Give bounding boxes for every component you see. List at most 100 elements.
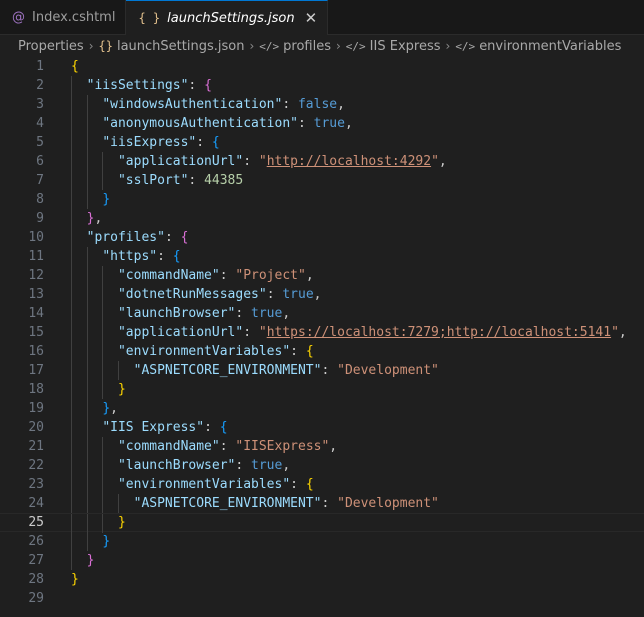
- line-number: 19: [28, 401, 44, 416]
- code-line[interactable]: 6 "applicationUrl": "http://localhost:42…: [0, 152, 644, 171]
- code-line[interactable]: 28}: [0, 570, 644, 589]
- breadcrumb-item-properties[interactable]: Properties: [18, 39, 84, 54]
- line-number: 27: [28, 553, 44, 568]
- code-token: {: [71, 59, 79, 74]
- code-line[interactable]: 15 "applicationUrl": "https://localhost:…: [0, 323, 644, 342]
- code-line[interactable]: 1{: [0, 57, 644, 76]
- line-number: 24: [28, 496, 44, 511]
- breadcrumb-item-profiles[interactable]: </> profiles: [259, 39, 331, 54]
- code-token: ": [258, 325, 267, 340]
- code-token: }: [117, 515, 126, 530]
- breadcrumb-item-file[interactable]: {} launchSettings.json: [99, 39, 245, 54]
- code-text: "applicationUrl": "http://localhost:4292…: [71, 152, 447, 171]
- line-number: 17: [28, 363, 44, 378]
- code-token: "launchBrowser": [117, 306, 236, 321]
- code-token: :: [188, 173, 205, 188]
- code-text: "launchBrowser": true,: [71, 456, 290, 475]
- code-line[interactable]: 10 "profiles": {: [0, 228, 644, 247]
- line-number: 8: [36, 192, 44, 207]
- code-line[interactable]: 25 }: [0, 513, 644, 533]
- code-line[interactable]: 9 },: [0, 209, 644, 228]
- code-line[interactable]: 19 },: [0, 399, 644, 418]
- code-token: ,: [94, 211, 103, 226]
- chevron-right-icon: ›: [88, 39, 94, 53]
- code-line[interactable]: 18 }: [0, 380, 644, 399]
- code-token: "Development": [337, 496, 439, 511]
- code-text: "IIS Express": {: [71, 418, 227, 437]
- code-line[interactable]: 13 "dotnetRunMessages": true,: [0, 285, 644, 304]
- code-token: ,: [438, 154, 447, 169]
- code-token: :: [196, 135, 212, 150]
- code-line[interactable]: 29: [0, 589, 644, 608]
- code-token: }: [102, 534, 111, 549]
- code-line[interactable]: 5 "iisExpress": {: [0, 133, 644, 152]
- line-number: 3: [36, 97, 44, 112]
- code-line[interactable]: 2 "iisSettings": {: [0, 76, 644, 95]
- code-token: :: [164, 230, 181, 245]
- line-number: 7: [36, 173, 44, 188]
- json-file-icon: { }: [138, 11, 161, 25]
- code-token: :: [290, 344, 306, 359]
- tab-launchsettings-json[interactable]: { } launchSettings.json ✕: [126, 0, 329, 35]
- tab-index-cshtml[interactable]: @ Index.cshtml: [0, 0, 127, 34]
- code-token: {: [211, 135, 220, 150]
- code-editor[interactable]: 1{2 "iisSettings": {3 "windowsAuthentica…: [0, 57, 644, 608]
- code-line[interactable]: 8 }: [0, 190, 644, 209]
- code-line[interactable]: 26 }: [0, 532, 644, 551]
- code-token: "applicationUrl": [117, 154, 244, 169]
- code-line[interactable]: 4 "anonymousAuthentication": true,: [0, 114, 644, 133]
- code-line[interactable]: 23 "environmentVariables": {: [0, 475, 644, 494]
- line-number: 18: [28, 382, 44, 397]
- code-text: "commandName": "Project",: [71, 266, 314, 285]
- code-token[interactable]: https://localhost:7279;http://localhost:…: [267, 325, 611, 340]
- code-line[interactable]: 3 "windowsAuthentication": false,: [0, 95, 644, 114]
- object-symbol-icon: </>: [455, 39, 476, 53]
- code-line[interactable]: 24 "ASPNETCORE_ENVIRONMENT": "Developmen…: [0, 494, 644, 513]
- code-line[interactable]: 20 "IIS Express": {: [0, 418, 644, 437]
- line-number: 9: [36, 211, 44, 226]
- code-line[interactable]: 12 "commandName": "Project",: [0, 266, 644, 285]
- code-text: }: [71, 551, 95, 570]
- code-line[interactable]: 17 "ASPNETCORE_ENVIRONMENT": "Developmen…: [0, 361, 644, 380]
- code-text: "applicationUrl": "https://localhost:727…: [71, 323, 627, 342]
- line-number: 15: [28, 325, 44, 340]
- code-token: :: [157, 249, 173, 264]
- code-line[interactable]: 16 "environmentVariables": {: [0, 342, 644, 361]
- line-number: 6: [36, 154, 44, 169]
- code-text: },: [71, 209, 103, 228]
- object-symbol-icon: </>: [345, 39, 366, 53]
- line-number: 20: [28, 420, 44, 435]
- code-token: ,: [313, 287, 322, 302]
- code-line[interactable]: 14 "launchBrowser": true,: [0, 304, 644, 323]
- code-token: :: [188, 78, 205, 93]
- line-number: 1: [36, 59, 44, 74]
- code-token: :: [321, 363, 338, 378]
- code-token: }: [117, 382, 126, 397]
- code-line[interactable]: 11 "https": {: [0, 247, 644, 266]
- code-token: "environmentVariables": [117, 344, 291, 359]
- code-line[interactable]: 7 "sslPort": 44385: [0, 171, 644, 190]
- code-token: "iisExpress": [102, 135, 197, 150]
- code-token: :: [235, 458, 252, 473]
- breadcrumb-item-environment-variables[interactable]: </> environmentVariables: [455, 39, 621, 54]
- close-icon[interactable]: ✕: [305, 9, 318, 27]
- line-number: 12: [28, 268, 44, 283]
- code-line[interactable]: 27 }: [0, 551, 644, 570]
- razor-file-icon: @: [12, 9, 25, 25]
- code-text: }: [71, 190, 110, 209]
- breadcrumb-item-iis-express[interactable]: </> IIS Express: [346, 39, 441, 54]
- code-text: "ASPNETCORE_ENVIRONMENT": "Development": [71, 494, 439, 513]
- code-token[interactable]: http://localhost:4292: [267, 154, 431, 169]
- line-number: 4: [36, 116, 44, 131]
- code-token: }: [102, 192, 111, 207]
- code-token: "iisSettings": [86, 78, 189, 93]
- code-line[interactable]: 22 "launchBrowser": true,: [0, 456, 644, 475]
- code-token: ,: [282, 458, 291, 473]
- code-line[interactable]: 21 "commandName": "IISExpress",: [0, 437, 644, 456]
